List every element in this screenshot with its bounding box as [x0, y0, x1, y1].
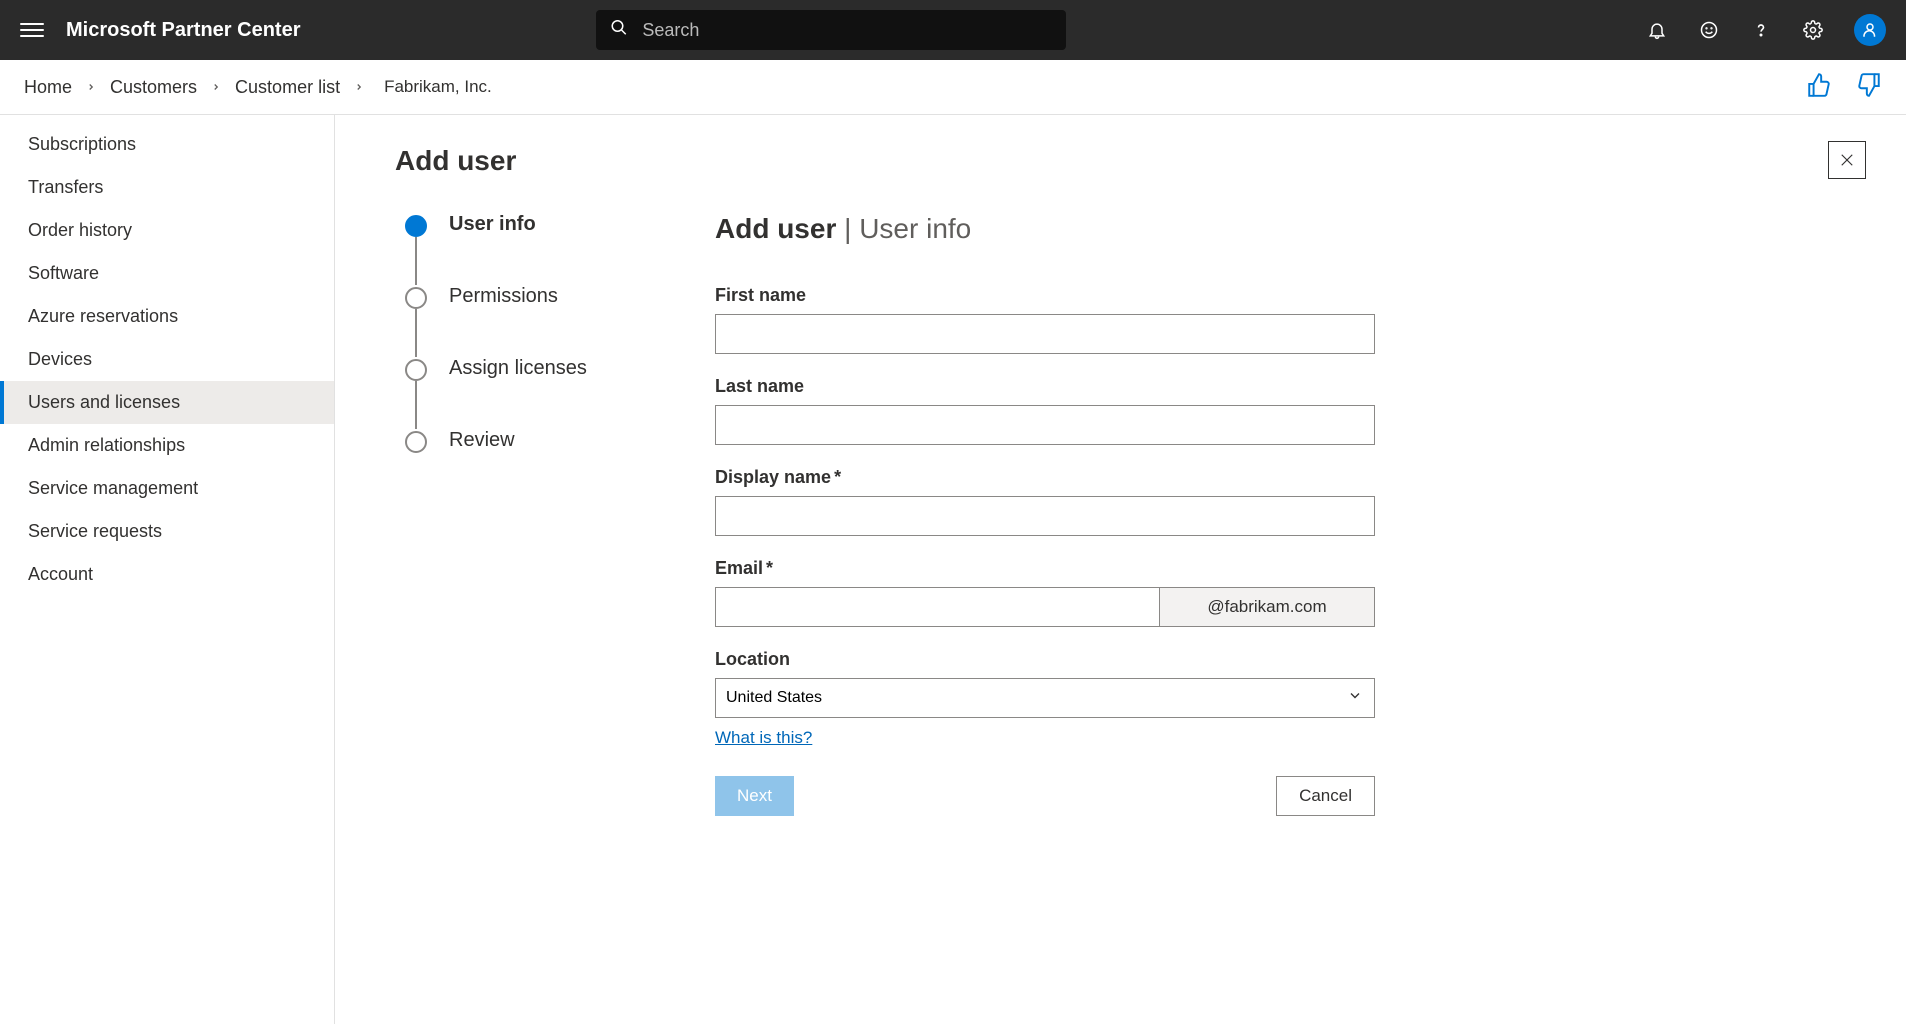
feedback-smile-icon[interactable] — [1698, 19, 1720, 41]
step-permissions[interactable]: Permissions — [405, 285, 695, 309]
display-name-input[interactable] — [715, 496, 1375, 536]
sidebar-item-admin-relationships[interactable]: Admin relationships — [0, 424, 334, 467]
email-domain-suffix: @fabrikam.com — [1159, 587, 1375, 627]
close-icon — [1838, 151, 1856, 169]
chevron-right-icon — [354, 79, 364, 95]
step-dot-icon — [405, 215, 427, 237]
search-container — [596, 10, 1066, 50]
step-assign-licenses[interactable]: Assign licenses — [405, 357, 695, 381]
breadcrumb: Home Customers Customer list Fabrikam, I… — [0, 60, 1906, 115]
step-dot-icon — [405, 359, 427, 381]
last-name-label: Last name — [715, 376, 1375, 397]
sidebar-item-order-history[interactable]: Order history — [0, 209, 334, 252]
step-connector — [415, 237, 417, 285]
step-dot-icon — [405, 287, 427, 309]
main-content: Add user User info Permissions Assign li… — [335, 115, 1906, 1024]
email-label: Email — [715, 558, 1375, 579]
panel-title-sub: User info — [859, 213, 971, 244]
first-name-input[interactable] — [715, 314, 1375, 354]
panel-title: Add user | User info — [715, 213, 1375, 245]
step-user-info[interactable]: User info — [405, 213, 695, 237]
location-select[interactable] — [715, 678, 1375, 718]
sidebar-item-users-licenses[interactable]: Users and licenses — [0, 381, 334, 424]
sidebar-item-devices[interactable]: Devices — [0, 338, 334, 381]
menu-toggle[interactable] — [20, 18, 44, 42]
sidebar-item-software[interactable]: Software — [0, 252, 334, 295]
thumbs-up-icon[interactable] — [1806, 72, 1832, 103]
first-name-label: First name — [715, 285, 1375, 306]
user-avatar[interactable] — [1854, 14, 1886, 46]
sidebar-item-service-management[interactable]: Service management — [0, 467, 334, 510]
email-input[interactable] — [715, 587, 1159, 627]
top-bar: Microsoft Partner Center — [0, 0, 1906, 60]
wizard-stepper: User info Permissions Assign licenses Re… — [395, 213, 695, 816]
page-heading: Add user — [395, 145, 1856, 177]
help-icon[interactable] — [1750, 19, 1772, 41]
next-button[interactable]: Next — [715, 776, 794, 816]
step-connector — [415, 381, 417, 429]
feedback-controls — [1806, 72, 1882, 103]
last-name-input[interactable] — [715, 405, 1375, 445]
sidebar-item-account[interactable]: Account — [0, 553, 334, 596]
settings-gear-icon[interactable] — [1802, 19, 1824, 41]
sidebar-item-azure-reservations[interactable]: Azure reservations — [0, 295, 334, 338]
sidebar: Subscriptions Transfers Order history So… — [0, 115, 335, 1024]
app-title: Microsoft Partner Center — [66, 19, 301, 42]
what-is-this-link[interactable]: What is this? — [715, 728, 812, 748]
step-review[interactable]: Review — [405, 429, 695, 453]
page-layout: Subscriptions Transfers Order history So… — [0, 115, 1906, 1024]
search-icon — [610, 19, 628, 42]
breadcrumb-current: Fabrikam, Inc. — [384, 77, 492, 97]
chevron-right-icon — [211, 79, 221, 95]
breadcrumb-home[interactable]: Home — [24, 77, 72, 98]
cancel-button[interactable]: Cancel — [1276, 776, 1375, 816]
search-input[interactable] — [596, 10, 1066, 50]
notifications-icon[interactable] — [1646, 19, 1668, 41]
breadcrumb-customers[interactable]: Customers — [110, 77, 197, 98]
close-button[interactable] — [1828, 141, 1866, 179]
display-name-label: Display name — [715, 467, 1375, 488]
step-connector — [415, 309, 417, 357]
sidebar-item-transfers[interactable]: Transfers — [0, 166, 334, 209]
form-panel: Add user | User info First name Last nam… — [715, 213, 1375, 816]
step-dot-icon — [405, 431, 427, 453]
thumbs-down-icon[interactable] — [1856, 72, 1882, 103]
sidebar-item-service-requests[interactable]: Service requests — [0, 510, 334, 553]
location-label: Location — [715, 649, 1375, 670]
topbar-actions — [1646, 14, 1886, 46]
chevron-right-icon — [86, 79, 96, 95]
panel-title-main: Add user — [715, 213, 836, 244]
breadcrumb-customer-list[interactable]: Customer list — [235, 77, 340, 98]
sidebar-item-subscriptions[interactable]: Subscriptions — [0, 123, 334, 166]
